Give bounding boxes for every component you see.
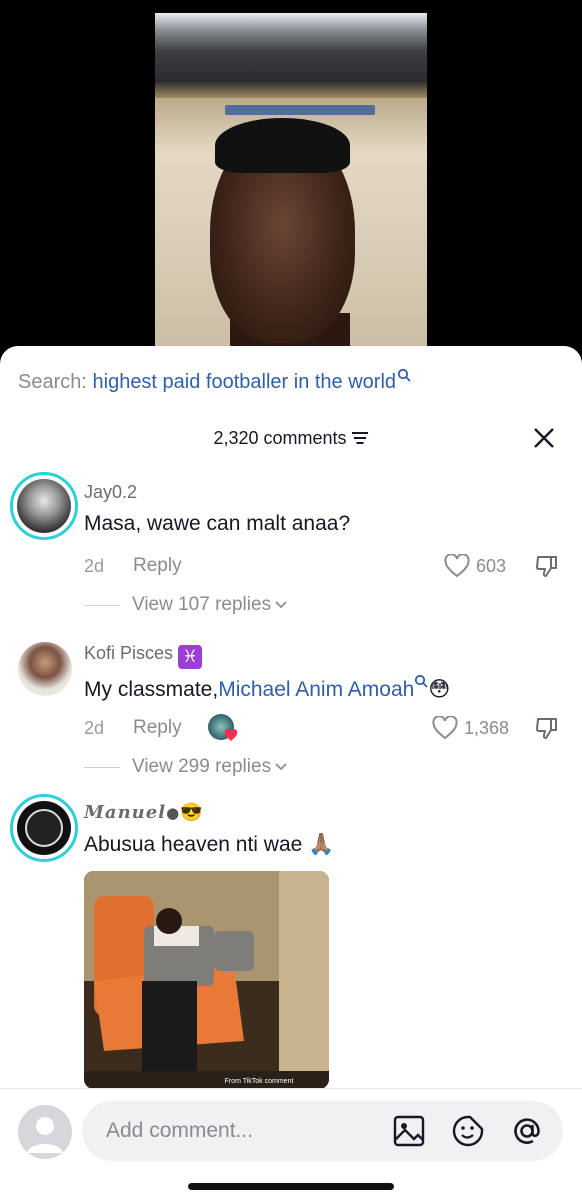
heart-icon	[432, 716, 458, 740]
close-icon[interactable]	[532, 426, 556, 450]
flushed-emoji: 😳	[428, 677, 451, 701]
comment-username[interactable]: Jay0.2	[84, 482, 137, 503]
like-button[interactable]: 1,368	[432, 716, 509, 740]
video-ceiling	[155, 13, 427, 98]
comment-count: 2,320 comments	[213, 428, 347, 448]
praying-hands-emoji: 🙏🏽	[308, 832, 335, 856]
image-icon[interactable]	[392, 1114, 426, 1148]
comment-input[interactable]: Add comment...	[82, 1101, 563, 1161]
comment-text-body: Abusua heaven nti wae	[84, 833, 303, 856]
mention-icon[interactable]	[510, 1114, 544, 1148]
heart-icon	[224, 729, 238, 741]
creator-liked-avatar	[208, 714, 238, 741]
avatar[interactable]	[17, 801, 71, 855]
replies-divider	[84, 766, 120, 768]
replies-divider	[84, 604, 120, 606]
username-text: Kofi Pisces	[84, 643, 174, 663]
comments-header[interactable]: 2,320 comments	[0, 428, 582, 449]
comment-time: 2d	[84, 718, 105, 738]
comment-image[interactable]: From TikTok comment	[84, 871, 329, 1089]
video-player[interactable]	[0, 0, 582, 360]
dislike-icon[interactable]	[534, 716, 560, 742]
comment-item: Kofi Pisces ♓ My classmate,Michael Anim …	[0, 636, 582, 786]
emoji-sticker-icon[interactable]	[451, 1114, 485, 1148]
home-indicator	[188, 1183, 394, 1190]
view-replies-button[interactable]: View 107 replies	[84, 594, 287, 616]
search-icon	[397, 368, 411, 382]
mention-link[interactable]: Michael Anim Amoah	[218, 678, 414, 701]
dislike-icon[interactable]	[534, 554, 560, 580]
view-replies-label: View 299 replies	[132, 756, 272, 777]
heart-icon	[444, 554, 470, 578]
avatar[interactable]	[17, 479, 71, 533]
video-light	[225, 105, 375, 115]
search-query[interactable]: highest paid footballer in the world	[93, 371, 397, 393]
comment-item: Jay0.2 Masa, wawe can malt anaa? 2d Repl…	[0, 472, 582, 622]
like-count: 1,368	[464, 717, 510, 738]
username-text: Manuel	[84, 802, 167, 823]
comment-text: My classmate,Michael Anim Amoah 😳	[84, 674, 450, 702]
search-suggestion[interactable]: Search: highest paid footballer in the w…	[18, 368, 411, 394]
sort-icon[interactable]	[351, 431, 369, 445]
comment-text-prefix: My classmate,	[84, 678, 219, 701]
sunglasses-emoji: 😎	[180, 802, 204, 823]
user-icon	[27, 1117, 63, 1153]
avatar[interactable]	[18, 642, 72, 696]
user-avatar[interactable]	[18, 1105, 72, 1159]
like-count: 603	[476, 555, 507, 576]
chevron-down-icon	[275, 763, 287, 771]
comment-text: Masa, wawe can malt anaa?	[84, 512, 351, 535]
comments-sheet: Search: highest paid footballer in the w…	[0, 346, 582, 1199]
pisces-icon: ♓	[178, 645, 203, 669]
like-button[interactable]: 603	[444, 554, 506, 578]
apple-icon: ●	[166, 804, 181, 822]
chevron-down-icon	[275, 601, 287, 609]
video-frame[interactable]	[155, 13, 427, 360]
image-watermark: From TikTok comment	[225, 1078, 294, 1085]
view-replies-button[interactable]: View 299 replies	[84, 756, 287, 778]
comment-username[interactable]: Manuel●😎	[84, 802, 204, 823]
avatar-inner	[25, 809, 63, 847]
video-hair	[215, 118, 350, 173]
search-prefix: Search:	[18, 371, 87, 393]
comment-composer: Add comment...	[0, 1088, 582, 1199]
comment-photo: From TikTok comment	[84, 871, 329, 1089]
comment-username[interactable]: Kofi Pisces ♓	[84, 643, 203, 669]
comment-time: 2d	[84, 556, 105, 576]
search-icon	[415, 674, 428, 688]
view-replies-label: View 107 replies	[132, 594, 272, 615]
comment-text: Abusua heaven nti wae 🙏🏽	[84, 832, 334, 857]
reply-button[interactable]: Reply	[133, 555, 182, 577]
reply-button[interactable]: Reply	[133, 717, 182, 739]
